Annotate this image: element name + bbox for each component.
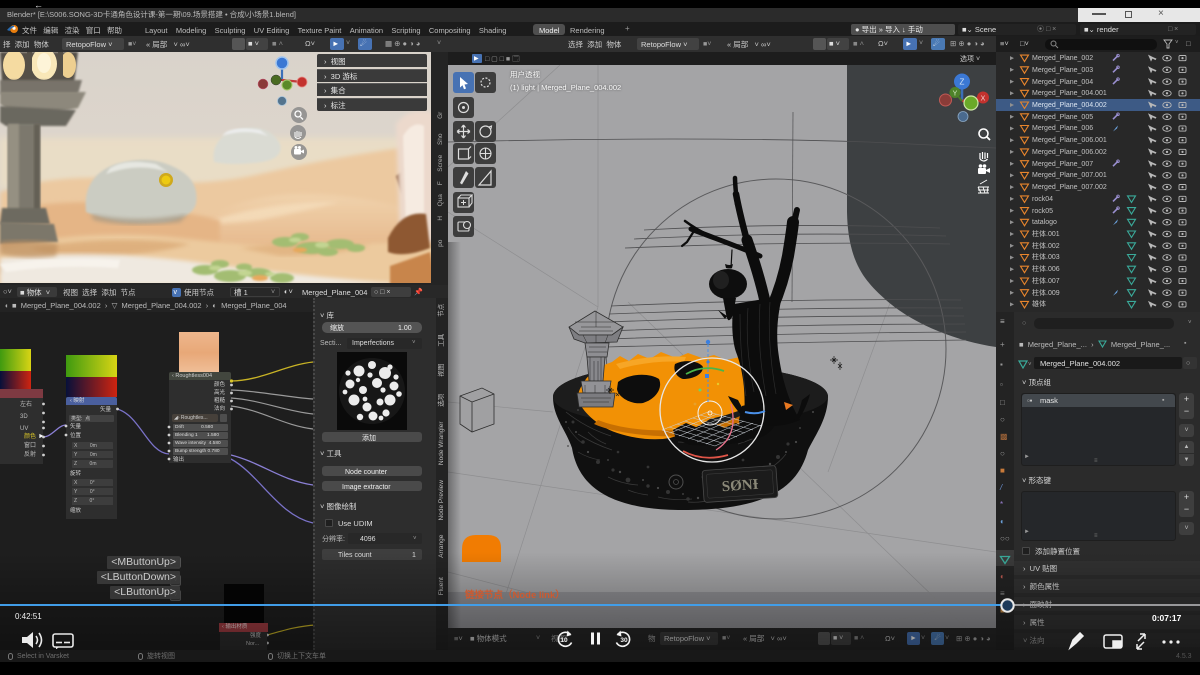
svg-text:10: 10 xyxy=(560,637,568,644)
svg-text:Z: Z xyxy=(960,78,965,87)
svg-text:Y: Y xyxy=(953,91,958,98)
svg-text:30: 30 xyxy=(620,637,628,644)
svg-text:X: X xyxy=(981,96,986,103)
svg-text:SØNƗ: SØNƗ xyxy=(721,477,759,496)
